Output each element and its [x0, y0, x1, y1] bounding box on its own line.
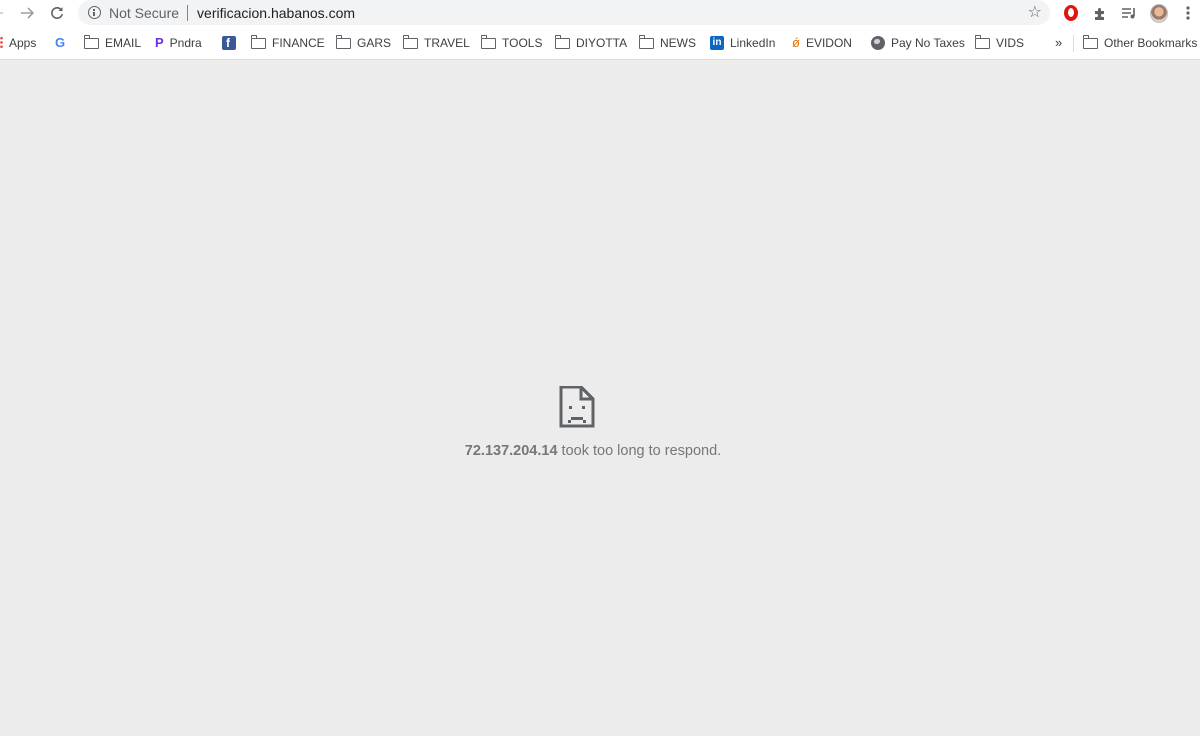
bookmark-linkedin[interactable]: in LinkedIn [710, 34, 775, 51]
bookmark-label: Pay No Taxes [891, 35, 965, 50]
bookmark-google[interactable]: G [55, 34, 71, 51]
url-text[interactable]: verificacion.habanos.com [197, 5, 355, 21]
opera-extension-icon[interactable] [1062, 4, 1080, 22]
bookmark-diyotta[interactable]: DIYOTTA [554, 34, 628, 51]
bookmarks-bar: Apps G EMAIL P Pndra f FINANCE GARS TRAV… [0, 26, 1200, 60]
bookmark-label: FINANCE [272, 35, 325, 50]
pandora-icon: P [155, 35, 164, 50]
extensions-puzzle-icon[interactable] [1091, 4, 1109, 22]
security-status[interactable]: Not Secure [109, 5, 179, 21]
chrome-menu-icon[interactable] [1179, 4, 1197, 22]
folder-icon [480, 35, 496, 49]
browser-toolbar: Not Secure verificacion.habanos.com ☆ [0, 0, 1200, 26]
bookmark-vids[interactable]: VIDS [974, 34, 1025, 51]
bookmark-label: TRAVEL [424, 35, 470, 50]
bookmark-tools[interactable]: TOOLS [480, 34, 543, 51]
folder-icon [1082, 35, 1098, 49]
bookmarks-overflow-chevron-icon[interactable]: » [1055, 35, 1062, 50]
google-icon: G [55, 35, 66, 50]
bookmark-label: GARS [357, 35, 392, 50]
folder-icon [83, 35, 99, 49]
sad-page-icon [559, 385, 595, 428]
facebook-icon: f [222, 35, 236, 50]
omnibox[interactable]: Not Secure verificacion.habanos.com ☆ [78, 0, 1050, 25]
bookmark-email[interactable]: EMAIL [83, 34, 142, 51]
bookmark-label: Pndra [169, 35, 202, 50]
bookmark-apps[interactable]: Apps [0, 34, 36, 51]
bookmark-pay-no-taxes[interactable]: Pay No Taxes [871, 34, 965, 51]
reload-icon[interactable] [46, 2, 68, 24]
folder-icon [974, 35, 990, 49]
error-host: 72.137.204.14 [464, 443, 558, 459]
bookmark-label: Apps [9, 35, 37, 50]
folder-icon [250, 35, 266, 49]
folder-icon [638, 35, 654, 49]
bookmarks-divider [1073, 35, 1074, 52]
bookmark-finance[interactable]: FINANCE [250, 34, 325, 51]
globe-icon [871, 35, 885, 50]
bookmark-label: Other Bookmarks [1104, 35, 1198, 50]
folder-icon [402, 35, 418, 49]
bookmark-pndra[interactable]: P Pndra [155, 34, 202, 51]
bookmark-label: EVIDON [805, 35, 852, 50]
bookmark-label: VIDS [996, 35, 1025, 50]
bookmark-evidon[interactable]: ǿ EVIDON [792, 34, 852, 51]
bookmark-label: NEWS [660, 35, 696, 50]
omnibox-divider [187, 4, 189, 21]
back-arrow-icon[interactable] [0, 2, 8, 24]
apps-grid-icon [0, 36, 3, 49]
linkedin-icon: in [710, 35, 724, 50]
error-text: took too long to respond. [557, 443, 722, 459]
folder-icon [335, 35, 351, 49]
bookmark-travel[interactable]: TRAVEL [402, 34, 470, 51]
folder-icon [554, 35, 570, 49]
bookmark-other-bookmarks[interactable]: Other Bookmarks [1082, 34, 1198, 51]
media-queue-icon[interactable] [1120, 4, 1138, 22]
forward-arrow-icon[interactable] [16, 2, 38, 24]
bookmark-label: EMAIL [105, 35, 142, 50]
bookmark-star-icon[interactable]: ☆ [1028, 3, 1042, 22]
bookmark-facebook[interactable]: f [222, 34, 242, 51]
bookmark-label: LinkedIn [730, 35, 776, 50]
info-icon[interactable] [88, 6, 101, 19]
profile-avatar[interactable] [1150, 3, 1168, 23]
bookmark-news[interactable]: NEWS [638, 34, 696, 51]
error-message: 72.137.204.14 took too long to respond. [0, 443, 1186, 459]
bookmark-label: DIYOTTA [576, 35, 628, 50]
bookmark-gars[interactable]: GARS [335, 34, 392, 51]
bookmark-label: TOOLS [502, 35, 543, 50]
evidon-icon: ǿ [792, 35, 800, 50]
